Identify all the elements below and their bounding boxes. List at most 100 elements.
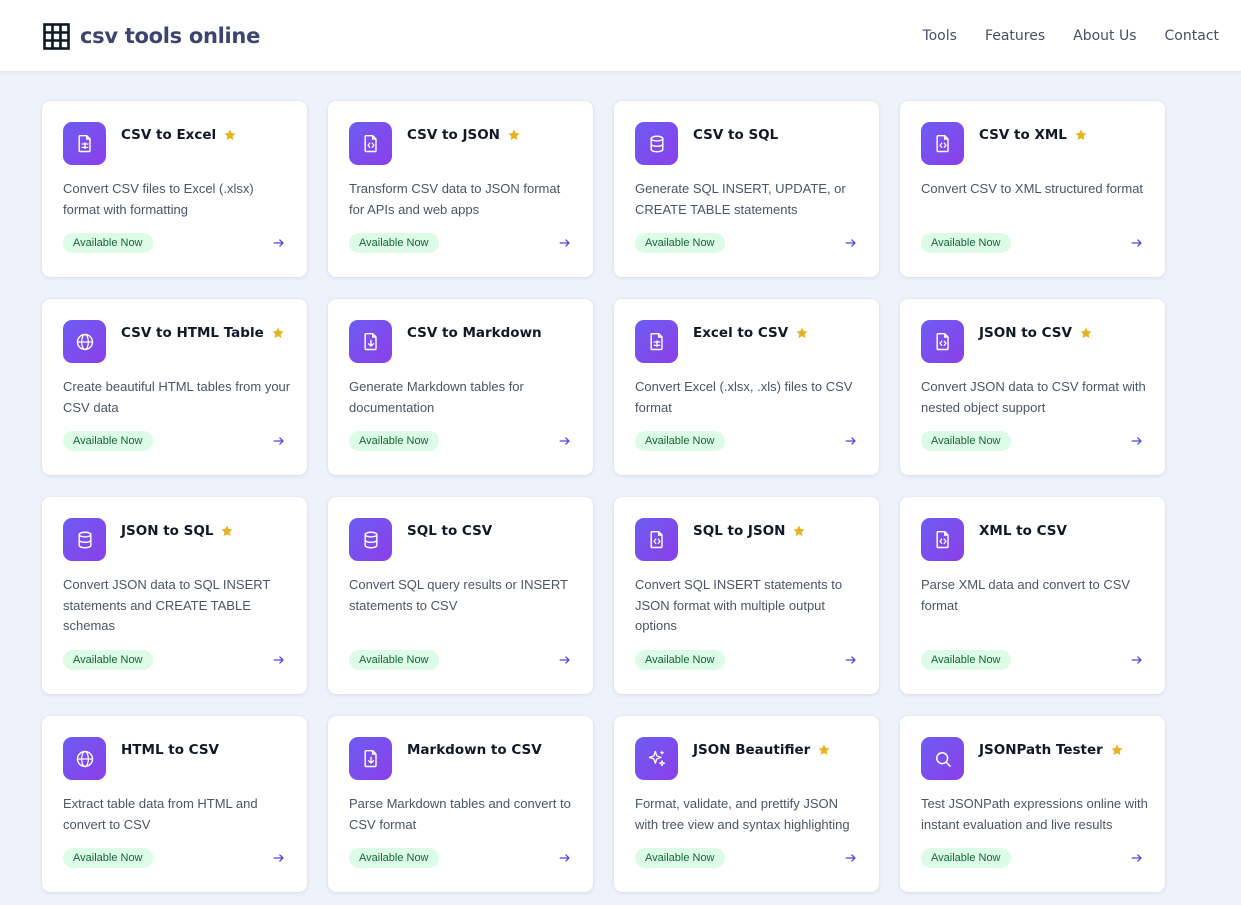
arrow-right-icon[interactable] [558,236,572,250]
card-title: HTML to CSV [121,742,220,758]
tool-card-sql-to-csv[interactable]: SQL to CSV Convert SQL query results or I… [328,497,593,694]
tool-icon-tile [349,320,392,363]
status-badge: Available Now [921,431,1011,451]
tool-icon-tile [349,737,392,780]
card-title: JSON to CSV [979,325,1072,341]
card-header: CSV to HTML Table [63,320,286,363]
card-header: CSV to SQL [635,122,858,165]
arrow-right-icon[interactable] [1130,851,1144,865]
tool-card-csv-to-html-table[interactable]: CSV to HTML Table Create beautiful HTML t… [42,299,307,475]
tools-row: CSV to HTML Table Create beautiful HTML t… [42,299,1166,475]
arrow-right-icon[interactable] [844,434,858,448]
card-title-wrap: Markdown to CSV [407,741,542,759]
tool-card-csv-to-sql[interactable]: CSV to SQL Generate SQL INSERT, UPDATE, o… [614,101,879,277]
card-header: XML to CSV [921,518,1144,561]
card-title: CSV to JSON [407,127,500,143]
tool-icon-tile [635,737,678,780]
card-title: CSV to Markdown [407,325,542,341]
nav-link-tools[interactable]: Tools [922,26,957,46]
card-description: Generate Markdown tables for documentati… [349,379,524,415]
tool-card-csv-to-excel[interactable]: CSV to Excel Convert CSV files to Excel (… [42,101,307,277]
tool-card-json-beautifier[interactable]: JSON Beautifier Format, validate, and pre… [614,716,879,892]
arrow-right-icon[interactable] [844,653,858,667]
card-title-wrap: CSV to Markdown [407,324,542,342]
arrow-right-icon[interactable] [558,653,572,667]
tool-icon-tile [349,122,392,165]
card-title-wrap: CSV to HTML Table [121,324,285,342]
tool-card-csv-to-markdown[interactable]: CSV to Markdown Generate Markdown tables … [328,299,593,475]
status-badge: Available Now [63,431,153,451]
brand-logo[interactable]: csv tools online [43,22,260,50]
card-title-wrap: CSV to JSON [407,126,521,144]
tool-card-excel-to-csv[interactable]: Excel to CSV Convert Excel (.xlsx, .xls) … [614,299,879,475]
database-icon [649,135,664,152]
status-badge: Available Now [349,650,439,670]
arrow-right-icon[interactable] [1130,653,1144,667]
nav-link-about-us[interactable]: About Us [1073,26,1136,46]
tools-row: JSON to SQL Convert JSON data to SQL INSE… [42,497,1166,694]
tool-icon-tile [63,122,106,165]
card-footer: Available Now [349,847,572,869]
card-footer: Available Now [349,430,572,452]
tool-card-markdown-to-csv[interactable]: Markdown to CSV Parse Markdown tables and… [328,716,593,892]
nav-link-features[interactable]: Features [985,26,1045,46]
tool-card-csv-to-json[interactable]: CSV to JSON Transform CSV data to JSON fo… [328,101,593,277]
card-description: Format, validate, and prettify JSON with… [635,796,850,832]
file-code-icon [363,134,377,152]
arrow-right-icon[interactable] [844,236,858,250]
tool-card-xml-to-csv[interactable]: XML to CSV Parse XML data and convert to … [900,497,1165,694]
arrow-right-icon[interactable] [272,851,286,865]
arrow-right-icon[interactable] [272,653,286,667]
status-badge: Available Now [349,848,439,868]
card-description: Parse Markdown tables and convert to CSV… [349,796,571,832]
card-header: SQL to JSON [635,518,858,561]
tool-icon-tile [921,320,964,363]
card-title: SQL to CSV [407,523,493,539]
tool-card-csv-to-xml[interactable]: CSV to XML Convert CSV to XML structured … [900,101,1165,277]
card-footer: Available Now [921,847,1144,869]
tool-card-json-to-sql[interactable]: JSON to SQL Convert JSON data to SQL INSE… [42,497,307,694]
card-description: Convert JSON data to SQL INSERT statemen… [63,577,271,633]
database-icon [363,531,378,548]
star-icon [796,327,808,339]
star-icon [1080,327,1092,339]
card-title-wrap: CSV to SQL [693,126,778,144]
card-title-wrap: JSONPath Tester [979,741,1124,759]
status-badge: Available Now [635,233,725,253]
card-description: Create beautiful HTML tables from your C… [63,379,291,415]
card-footer: Available Now [635,847,858,869]
arrow-right-icon[interactable] [844,851,858,865]
tool-icon-tile [921,518,964,561]
card-description: Test JSONPath expressions online with in… [921,796,1148,832]
nav-link-contact[interactable]: Contact [1165,26,1219,46]
status-badge: Available Now [63,650,153,670]
card-title: CSV to Excel [121,127,217,143]
arrow-right-icon[interactable] [1130,236,1144,250]
card-description: Transform CSV data to JSON format for AP… [349,181,561,217]
card-header: Markdown to CSV [349,737,572,780]
tool-card-sql-to-json[interactable]: SQL to JSON Convert SQL INSERT statements… [614,497,879,694]
status-badge: Available Now [921,650,1011,670]
file-spreadsheet-icon [77,134,91,152]
arrow-right-icon[interactable] [272,236,286,250]
arrow-right-icon[interactable] [272,434,286,448]
arrow-right-icon[interactable] [558,434,572,448]
status-badge: Available Now [635,650,725,670]
card-header: SQL to CSV [349,518,572,561]
star-icon [793,525,805,537]
tool-card-json-to-csv[interactable]: JSON to CSV Convert JSON data to CSV form… [900,299,1165,475]
arrow-right-icon[interactable] [1130,434,1144,448]
tools-row: HTML to CSV Extract table data from HTML … [42,716,1166,892]
card-title-wrap: CSV to XML [979,126,1088,144]
card-title-wrap: JSON to CSV [979,324,1093,342]
card-description: Parse XML data and convert to CSV format [921,577,1131,613]
status-badge: Available Now [921,233,1011,253]
arrow-right-icon[interactable] [558,851,572,865]
card-title: CSV to XML [979,127,1067,143]
card-title: CSV to SQL [693,127,779,143]
card-title: Excel to CSV [693,325,789,341]
star-icon [1075,129,1087,141]
tool-card-jsonpath-tester[interactable]: JSONPath Tester Test JSONPath expressions… [900,716,1165,892]
tool-card-html-to-csv[interactable]: HTML to CSV Extract table data from HTML … [42,716,307,892]
site-header: csv tools online Tools Features About Us… [0,0,1241,72]
